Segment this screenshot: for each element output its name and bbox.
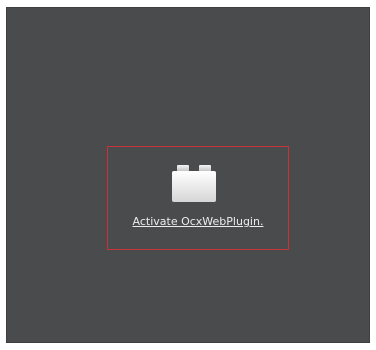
plugin-brick-icon — [172, 164, 216, 202]
activate-plugin-link[interactable]: Activate OcxWebPlugin. — [108, 215, 288, 228]
plugin-container: Activate OcxWebPlugin. — [6, 7, 370, 343]
plugin-placeholder[interactable]: Activate OcxWebPlugin. — [107, 146, 289, 250]
